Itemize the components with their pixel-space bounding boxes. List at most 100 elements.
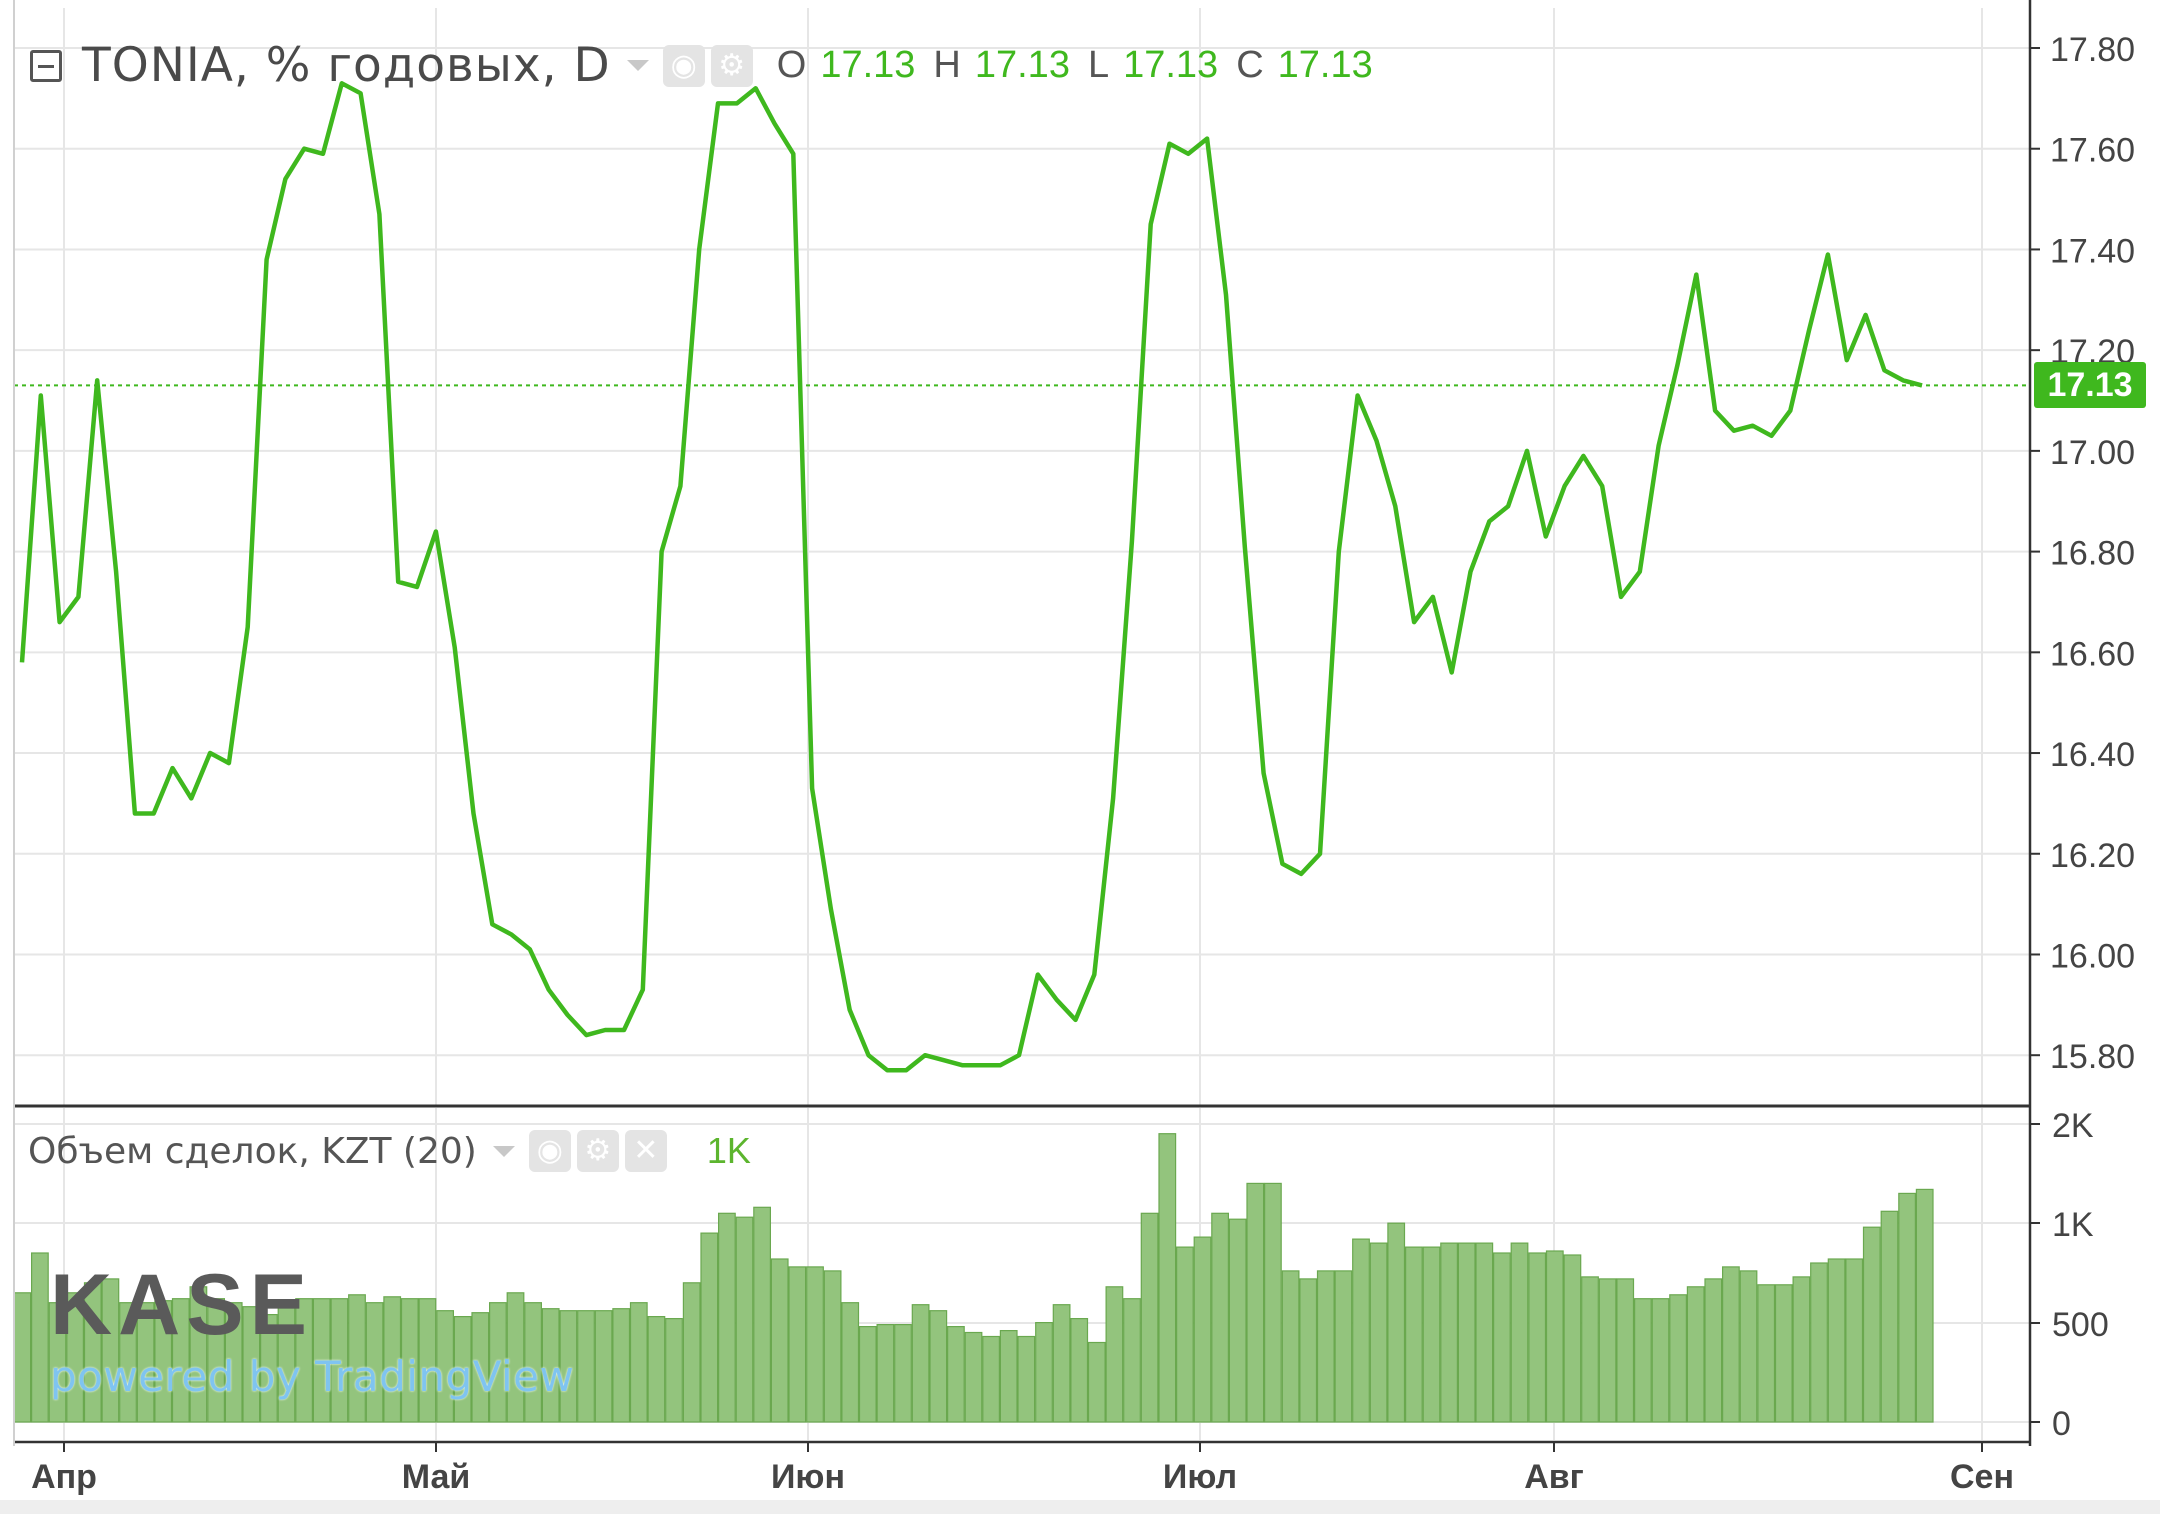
- volume-bar: [894, 1323, 912, 1423]
- volume-bar: [1915, 1188, 1934, 1423]
- price-tick-label: 17.80: [2050, 31, 2135, 69]
- volume-bar: [1211, 1212, 1230, 1423]
- price-series: [14, 81, 2030, 1073]
- volume-legend: Объем сделок, KZT (20) ◉ ⚙ ✕ 1K: [28, 1130, 751, 1172]
- volume-bar: [13, 1292, 32, 1423]
- volume-bar: [1352, 1238, 1370, 1423]
- volume-bar: [1704, 1278, 1723, 1423]
- volume-bar: [929, 1310, 948, 1423]
- volume-tick-label: 500: [2052, 1306, 2109, 1344]
- volume-bar: [1545, 1250, 1564, 1423]
- price-tick-label: 16.00: [2050, 937, 2135, 975]
- volume-bar: [1246, 1182, 1265, 1423]
- volume-bar: [700, 1232, 719, 1423]
- volume-bar: [682, 1282, 701, 1423]
- volume-bar: [1299, 1278, 1318, 1423]
- volume-bar: [1193, 1236, 1212, 1423]
- volume-bar: [1035, 1321, 1053, 1423]
- volume-bar: [1123, 1298, 1141, 1423]
- close-icon[interactable]: ✕: [624, 1130, 667, 1172]
- volume-value: 1K: [706, 1130, 751, 1171]
- price-tick-label: 15.80: [2050, 1038, 2135, 1076]
- volume-bar: [1228, 1218, 1247, 1423]
- time-tick-label: Май: [402, 1458, 471, 1496]
- volume-bar: [1898, 1192, 1917, 1423]
- volume-bar: [1017, 1335, 1036, 1423]
- volume-bar: [647, 1315, 666, 1423]
- price-axis-labels: 15.8016.0016.2016.4016.6016.8017.0017.20…: [2050, 31, 2135, 1076]
- volume-bar: [753, 1206, 771, 1423]
- volume-bar: [594, 1310, 613, 1423]
- volume-bar: [1052, 1304, 1071, 1423]
- price-line: [19, 81, 1923, 1073]
- price-tick-label: 17.00: [2050, 434, 2135, 472]
- collapse-icon[interactable]: [30, 49, 62, 82]
- volume-bar: [1774, 1284, 1793, 1423]
- gear-icon[interactable]: ⚙: [710, 44, 753, 87]
- eye-icon[interactable]: ◉: [528, 1130, 571, 1172]
- volume-bar: [1686, 1286, 1705, 1423]
- volume-bar: [1140, 1212, 1159, 1423]
- volume-bar: [1369, 1242, 1388, 1423]
- powered-by-text: powered by TradingView: [50, 1352, 575, 1401]
- volume-bar: [1845, 1258, 1864, 1423]
- eye-icon[interactable]: ◉: [662, 44, 705, 87]
- volume-bar: [1598, 1278, 1617, 1423]
- price-grid: [14, 8, 2030, 1440]
- volume-bar: [823, 1270, 842, 1423]
- volume-bar: [1880, 1210, 1899, 1423]
- price-legend: TONIA, % годовых, D ◉ ⚙ O 17.13 H 17.13 …: [30, 38, 1373, 93]
- volume-bar: [1810, 1262, 1828, 1423]
- series-title[interactable]: TONIA, % годовых, D: [82, 38, 611, 93]
- volume-title[interactable]: Объем сделок, KZT (20): [28, 1131, 477, 1172]
- chevron-down-icon[interactable]: [492, 1145, 515, 1157]
- volume-bar: [612, 1308, 631, 1423]
- volume-tick-label: 1K: [2052, 1206, 2094, 1244]
- volume-bar: [665, 1317, 683, 1423]
- price-tick-label: 16.20: [2050, 837, 2135, 875]
- ohlc-close-value: 17.13: [1277, 44, 1373, 86]
- ohlc-low-value: 17.13: [1123, 44, 1219, 86]
- volume-bar: [1175, 1246, 1194, 1423]
- volume-bar: [1862, 1226, 1881, 1423]
- volume-bar: [1422, 1246, 1441, 1423]
- time-tick-label: Июн: [771, 1458, 845, 1496]
- volume-bar: [1334, 1270, 1353, 1423]
- volume-bar: [911, 1304, 930, 1423]
- volume-bar: [858, 1325, 877, 1423]
- volume-bar: [629, 1302, 648, 1423]
- volume-bar: [1440, 1242, 1459, 1423]
- volume-bar: [1387, 1222, 1406, 1423]
- volume-bar: [1721, 1266, 1740, 1423]
- volume-bar: [1087, 1341, 1106, 1423]
- volume-bar: [1070, 1317, 1089, 1423]
- volume-bar: [1457, 1242, 1476, 1423]
- volume-bar: [1757, 1284, 1776, 1423]
- price-tick-label: 16.60: [2050, 635, 2135, 673]
- volume-bar: [1827, 1258, 1846, 1423]
- volume-bar: [876, 1323, 895, 1423]
- volume-bar: [1105, 1286, 1124, 1423]
- volume-bar: [1651, 1298, 1670, 1423]
- ohlc-high-value: 17.13: [974, 44, 1070, 86]
- volume-bar: [1475, 1242, 1494, 1423]
- price-tick-label: 16.40: [2050, 736, 2135, 774]
- volume-bar: [31, 1252, 49, 1423]
- volume-bar: [1616, 1278, 1635, 1423]
- kase-logo-text: KASE: [50, 1257, 313, 1353]
- volume-bar: [1739, 1270, 1758, 1423]
- volume-bar: [982, 1335, 1000, 1423]
- volume-bar: [946, 1325, 965, 1423]
- gear-icon[interactable]: ⚙: [576, 1130, 619, 1172]
- ohlc-open-key: O: [776, 44, 807, 86]
- volume-bar: [1263, 1182, 1282, 1423]
- ohlc-close-key: C: [1236, 44, 1264, 86]
- price-tick-label: 17.40: [2050, 232, 2135, 270]
- volume-axis-labels: 0 500 1K 2K: [2052, 1107, 2109, 1443]
- time-tick-label: Апр: [31, 1458, 97, 1496]
- volume-bar: [1492, 1252, 1511, 1423]
- last-price-badge: 17.13: [2034, 362, 2146, 409]
- chevron-down-icon[interactable]: [626, 60, 649, 71]
- kase-logo: KASE powered by TradingView: [50, 1262, 574, 1401]
- volume-bar: [1404, 1246, 1423, 1423]
